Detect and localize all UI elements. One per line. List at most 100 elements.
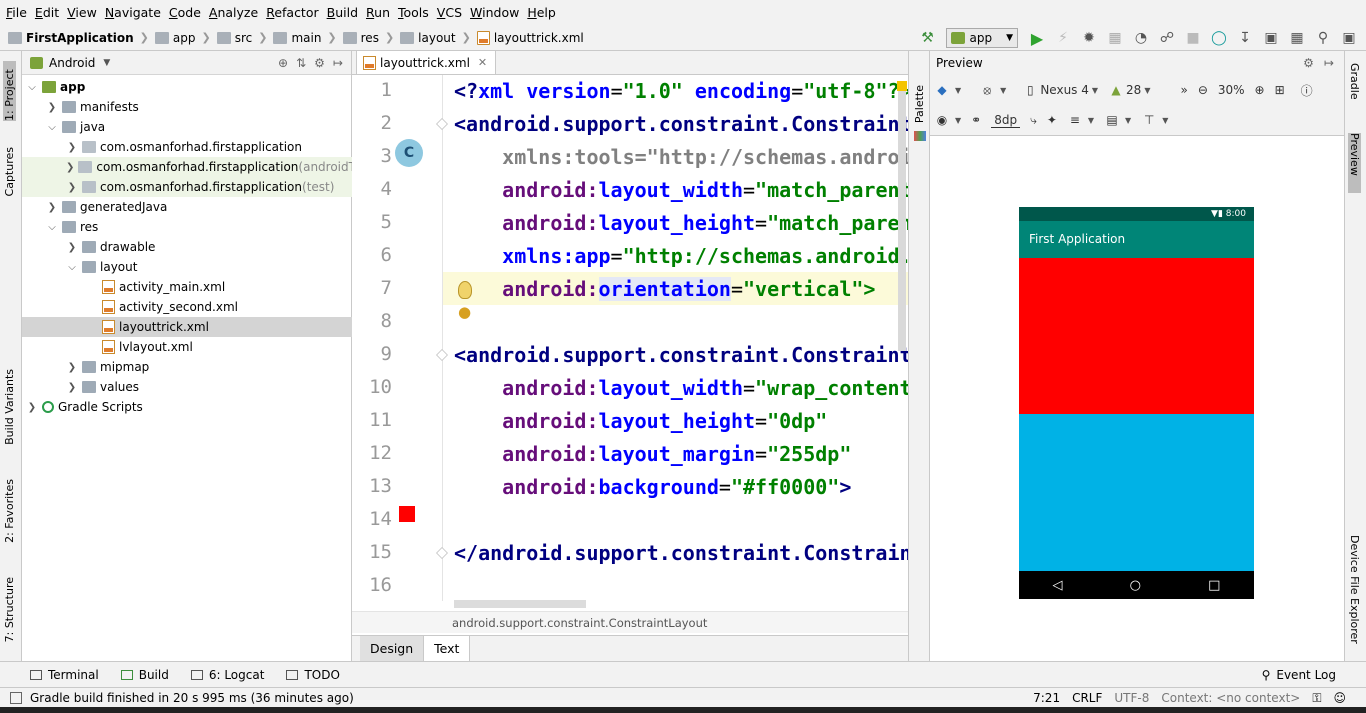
chevron-right-icon[interactable]: ❯ xyxy=(26,402,38,413)
tree-item[interactable]: ❯ values xyxy=(22,377,352,397)
lightbulb-icon[interactable] xyxy=(458,281,472,299)
chevron-right-icon[interactable]: ❯ xyxy=(66,382,78,393)
tab-captures[interactable]: Captures xyxy=(3,147,16,196)
tree-item[interactable]: activity_main.xml xyxy=(22,277,352,297)
chevron-down-icon[interactable]: ⌵ xyxy=(46,122,58,133)
class-badge-icon[interactable]: C xyxy=(395,139,423,167)
breadcrumb-6[interactable]: layouttrick.xml xyxy=(476,30,584,45)
menu-code[interactable]: Code xyxy=(165,0,205,25)
breadcrumb-4[interactable]: res ❯ xyxy=(342,31,394,45)
tree-item[interactable]: lvlayout.xml xyxy=(22,337,352,357)
tree-item[interactable]: ❯ manifests xyxy=(22,97,352,117)
close-icon[interactable]: ✕ xyxy=(478,56,487,69)
gear-icon[interactable]: ⚙ xyxy=(314,56,325,70)
collapse-icon[interactable]: ⇅ xyxy=(296,56,306,70)
chevron-down-icon[interactable]: ⌵ xyxy=(46,222,58,233)
tab-project[interactable]: 1: Project xyxy=(3,61,16,121)
chevron-right-icon[interactable]: ❯ xyxy=(46,102,58,113)
view-options-dropdown[interactable]: ◉ ▼ xyxy=(934,112,961,128)
error-icon[interactable]: ⓘ xyxy=(1301,82,1313,99)
hide-icon[interactable]: ↦ xyxy=(1324,56,1334,70)
autoconnect-icon[interactable]: ⚭ xyxy=(971,113,981,127)
attach-debugger-icon[interactable]: ☍ xyxy=(1156,27,1178,49)
tab-todo[interactable]: TODO xyxy=(286,668,340,682)
search-icon[interactable]: ⚲ xyxy=(1312,27,1334,49)
status-message[interactable]: Gradle build finished in 20 s 995 ms (36… xyxy=(30,691,354,705)
run-config-select[interactable]: app ▼ xyxy=(946,28,1018,48)
tree-item[interactable]: ❯ drawable xyxy=(22,237,352,257)
tab-design[interactable]: Design xyxy=(360,636,424,661)
tree-item[interactable]: ⌵ java xyxy=(22,117,352,137)
align-dropdown[interactable]: ▤ ▼ xyxy=(1104,112,1131,128)
breadcrumb-0[interactable]: FirstApplication ❯ xyxy=(8,31,149,45)
menu-analyze[interactable]: Analyze xyxy=(205,0,262,25)
tree-item[interactable]: ❯ com.osmanforhad.firstapplication xyxy=(22,137,352,157)
overflow-icon[interactable]: » xyxy=(1180,83,1187,97)
chevron-down-icon[interactable]: ⌵ xyxy=(66,262,78,273)
breadcrumb-2[interactable]: src ❯ xyxy=(216,31,267,45)
menu-tools[interactable]: Tools xyxy=(394,0,433,25)
hide-icon[interactable]: ↦ xyxy=(333,56,343,70)
gear-icon[interactable]: ⚙ xyxy=(1303,56,1314,70)
editor-tab-layouttrick[interactable]: layouttrick.xml ✕ xyxy=(356,50,497,74)
project-view-mode[interactable]: Android xyxy=(49,56,95,70)
tab-terminal[interactable]: Terminal xyxy=(30,668,99,682)
blueprint-area[interactable] xyxy=(1019,414,1254,571)
project-structure-icon[interactable]: ▦ xyxy=(1286,27,1308,49)
guidelines-dropdown[interactable]: ⊤ ▼ xyxy=(1141,112,1168,128)
tree-item[interactable]: ⌵ app xyxy=(22,77,352,97)
line-separator[interactable]: CRLF xyxy=(1072,691,1102,705)
tree-item[interactable]: ❯ generatedJava xyxy=(22,197,352,217)
tree-item[interactable]: ⌵ res xyxy=(22,217,352,237)
chevron-right-icon[interactable]: ❯ xyxy=(66,362,78,373)
menu-help[interactable]: Help xyxy=(523,0,560,25)
tree-item[interactable]: ❯ com.osmanforhad.firstapplication (test) xyxy=(22,177,352,197)
tree-item[interactable]: ⌵ layout xyxy=(22,257,352,277)
color-swatch-icon[interactable] xyxy=(399,506,415,522)
tree-item[interactable]: ❯ Gradle Scripts xyxy=(22,397,352,417)
chevron-right-icon[interactable]: ❯ xyxy=(46,202,58,213)
zoom-out-icon[interactable]: ⊖ xyxy=(1198,83,1208,97)
menu-vcs[interactable]: VCS xyxy=(433,0,466,25)
layers-dropdown[interactable]: ◆ ▼ xyxy=(934,82,961,98)
inspector-icon[interactable]: ☺ xyxy=(1333,691,1346,705)
tab-favorites[interactable]: 2: Favorites xyxy=(3,479,16,543)
breadcrumb-1[interactable]: app ❯ xyxy=(154,31,211,45)
breadcrumb-5[interactable]: layout ❯ xyxy=(400,31,471,45)
tab-structure[interactable]: 7: Structure xyxy=(3,577,16,642)
tool-window-icon[interactable]: ▣ xyxy=(1338,27,1360,49)
tree-item[interactable]: ❯ mipmap xyxy=(22,357,352,377)
zoom-in-icon[interactable]: ⊕ xyxy=(1255,83,1265,97)
home-icon[interactable]: ○ xyxy=(1130,578,1141,593)
back-icon[interactable]: ◁ xyxy=(1053,578,1063,593)
tree-item[interactable]: ❯ com.osmanforhad.firstapplication (andro… xyxy=(22,157,352,177)
profile-icon[interactable]: ▦ xyxy=(1104,27,1126,49)
zoom-fit-icon[interactable]: ⊞ xyxy=(1275,83,1285,97)
tab-build-variants[interactable]: Build Variants xyxy=(3,369,16,445)
menu-run[interactable]: Run xyxy=(362,0,394,25)
hammer-icon[interactable]: ⚒ xyxy=(916,27,938,49)
locate-icon[interactable]: ⊕ xyxy=(278,56,288,70)
breadcrumb-3[interactable]: main ❯ xyxy=(273,31,337,45)
lock-icon[interactable]: ⚿ xyxy=(1312,691,1321,706)
menu-navigate[interactable]: Navigate xyxy=(101,0,165,25)
menu-edit[interactable]: Edit xyxy=(31,0,63,25)
tab-gradle[interactable]: Gradle xyxy=(1348,63,1361,100)
inner-constraint-layout[interactable] xyxy=(1019,258,1254,414)
apply-changes-icon[interactable]: ⚡ xyxy=(1052,27,1074,49)
horizontal-scrollbar[interactable] xyxy=(454,600,586,608)
run-icon[interactable]: ▶ xyxy=(1026,27,1048,49)
pack-dropdown[interactable]: ≡ ▼ xyxy=(1067,112,1094,128)
menu-view[interactable]: View xyxy=(63,0,101,25)
chevron-right-icon[interactable]: ❯ xyxy=(66,142,78,153)
infer-constraints-icon[interactable]: ✦ xyxy=(1047,113,1057,127)
tree-item[interactable]: layouttrick.xml xyxy=(22,317,352,337)
debug-icon[interactable]: ✹ xyxy=(1078,27,1100,49)
tab-preview[interactable]: Preview xyxy=(1348,133,1361,193)
clear-constraints-icon[interactable]: ⤷ xyxy=(1030,113,1037,128)
caret-position[interactable]: 7:21 xyxy=(1033,691,1060,705)
context-indicator[interactable]: Context: <no context> xyxy=(1161,691,1300,705)
chevron-down-icon[interactable]: ▼ xyxy=(103,58,110,68)
menu-refactor[interactable]: Refactor xyxy=(262,0,322,25)
menu-build[interactable]: Build xyxy=(323,0,362,25)
